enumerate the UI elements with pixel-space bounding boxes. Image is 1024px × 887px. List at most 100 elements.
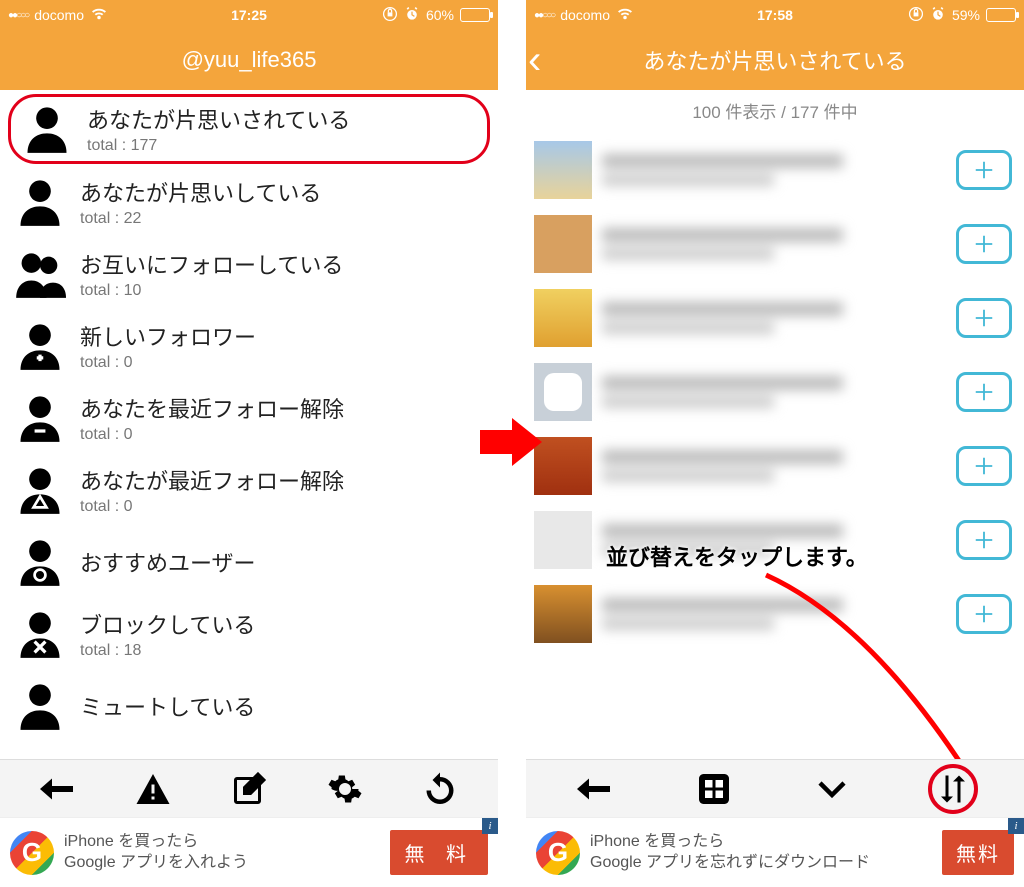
add-button[interactable]	[956, 298, 1012, 338]
menu-item-2[interactable]: お互いにフォローしている total : 10	[0, 238, 498, 310]
person-right-icon	[14, 176, 66, 228]
user-row[interactable]	[526, 429, 1024, 503]
add-button[interactable]	[956, 224, 1012, 264]
menu-title: 新しいフォロワー	[80, 320, 484, 352]
user-text	[602, 228, 946, 260]
avatar	[534, 363, 592, 421]
menu-subtitle: total : 22	[80, 210, 484, 228]
wifi-icon	[616, 7, 634, 24]
add-button[interactable]	[956, 520, 1012, 560]
signal-dots-icon: ●●○○○	[534, 10, 554, 21]
menu-title: あなたを最近フォロー解除	[80, 392, 484, 424]
menu-title: あなたが最近フォロー解除	[80, 464, 484, 496]
right-phone: ●●○○○ docomo 17:58 59% ‹ あなたが片思いされている	[526, 0, 1024, 887]
user-row[interactable]	[526, 207, 1024, 281]
carrier-label: docomo	[34, 7, 84, 23]
avatar	[534, 141, 592, 199]
battery-pct: 60%	[426, 7, 454, 23]
person-minus-icon	[14, 392, 66, 444]
person-triangle-icon	[14, 464, 66, 516]
signal-dots-icon: ●●○○○	[8, 10, 28, 21]
back-button[interactable]	[35, 766, 81, 812]
grid-button[interactable]	[691, 766, 737, 812]
sort-button[interactable]	[928, 764, 978, 814]
ad-cta-button[interactable]: 無 料	[390, 830, 488, 875]
person-mute-icon	[14, 680, 66, 732]
user-row[interactable]	[526, 355, 1024, 429]
menu-list: あなたが片思いされている total : 177 あなたが片思いしている total …	[0, 90, 498, 759]
battery-icon	[986, 8, 1016, 22]
menu-item-0[interactable]: あなたが片思いされている total : 177	[8, 94, 490, 164]
toolbar	[526, 759, 1024, 817]
menu-subtitle: total : 0	[80, 426, 484, 444]
nav-bar: @yuu_life365	[0, 30, 498, 90]
ad-banner[interactable]: G iPhone を買ったら Google アプリを入れよう 無 料 i	[0, 817, 498, 887]
add-button[interactable]	[956, 446, 1012, 486]
menu-item-7[interactable]: ブロックしている total : 18	[0, 598, 498, 670]
left-phone: ●●○○○ docomo 17:25 60% @yuu_life365	[0, 0, 498, 887]
transition-arrow-icon	[480, 418, 542, 466]
avatar	[534, 289, 592, 347]
carrier-label: docomo	[560, 7, 610, 23]
menu-item-8[interactable]: ミュートしている	[0, 670, 498, 742]
menu-subtitle: total : 177	[87, 137, 477, 155]
user-text	[602, 376, 946, 408]
status-bar: ●●○○○ docomo 17:25 60%	[0, 0, 498, 30]
person-plus-icon	[14, 320, 66, 372]
menu-subtitle: total : 10	[80, 282, 484, 300]
menu-item-6[interactable]: おすすめユーザー	[0, 526, 498, 598]
lock-rotation-icon	[382, 6, 398, 25]
menu-title: ブロックしている	[80, 608, 484, 640]
toolbar	[0, 759, 498, 817]
back-button[interactable]	[572, 766, 618, 812]
time-label: 17:58	[757, 7, 793, 23]
alarm-icon	[930, 6, 946, 25]
ad-info-icon[interactable]: i	[482, 818, 498, 834]
user-text	[602, 302, 946, 334]
battery-icon	[460, 8, 490, 22]
avatar	[534, 585, 592, 643]
user-list-container: 100 件表示 / 177 件中 並び替えをタップします。	[526, 90, 1024, 759]
menu-subtitle: total : 0	[80, 498, 484, 516]
ad-text: iPhone を買ったら Google アプリを入れよう	[64, 832, 390, 874]
menu-item-3[interactable]: 新しいフォロワー total : 0	[0, 310, 498, 382]
status-bar: ●●○○○ docomo 17:58 59%	[526, 0, 1024, 30]
people-icon	[14, 248, 66, 300]
person-x-icon	[14, 608, 66, 660]
page-title: @yuu_life365	[182, 47, 317, 73]
add-button[interactable]	[956, 150, 1012, 190]
collapse-button[interactable]	[809, 766, 855, 812]
wifi-icon	[90, 7, 108, 24]
warning-button[interactable]	[130, 766, 176, 812]
user-text	[602, 450, 946, 482]
person-left-icon	[21, 103, 73, 155]
nav-bar: ‹ あなたが片思いされている	[526, 30, 1024, 90]
annotation-arrow-icon	[726, 565, 1024, 759]
avatar	[534, 437, 592, 495]
refresh-button[interactable]	[417, 766, 463, 812]
menu-subtitle: total : 0	[80, 354, 484, 372]
add-button[interactable]	[956, 372, 1012, 412]
user-row[interactable]	[526, 133, 1024, 207]
settings-button[interactable]	[322, 766, 368, 812]
ad-cta-button[interactable]: 無料	[942, 830, 1014, 875]
time-label: 17:25	[231, 7, 267, 23]
menu-subtitle: total : 18	[80, 642, 484, 660]
menu-item-4[interactable]: あなたを最近フォロー解除 total : 0	[0, 382, 498, 454]
lock-rotation-icon	[908, 6, 924, 25]
menu-title: お互いにフォローしている	[80, 248, 484, 280]
avatar	[534, 215, 592, 273]
menu-title: あなたが片思いしている	[80, 176, 484, 208]
ad-info-icon[interactable]: i	[1008, 818, 1024, 834]
nav-back-button[interactable]: ‹	[528, 40, 541, 80]
ad-banner[interactable]: G iPhone を買ったら Google アプリを忘れずにダウンロード 無料 …	[526, 817, 1024, 887]
alarm-icon	[404, 6, 420, 25]
count-label: 100 件表示 / 177 件中	[526, 90, 1024, 133]
compose-button[interactable]	[226, 766, 272, 812]
google-logo-icon: G	[10, 831, 54, 875]
google-logo-icon: G	[536, 831, 580, 875]
user-row[interactable]	[526, 281, 1024, 355]
menu-item-5[interactable]: あなたが最近フォロー解除 total : 0	[0, 454, 498, 526]
menu-title: あなたが片思いされている	[87, 103, 477, 135]
menu-item-1[interactable]: あなたが片思いしている total : 22	[0, 166, 498, 238]
